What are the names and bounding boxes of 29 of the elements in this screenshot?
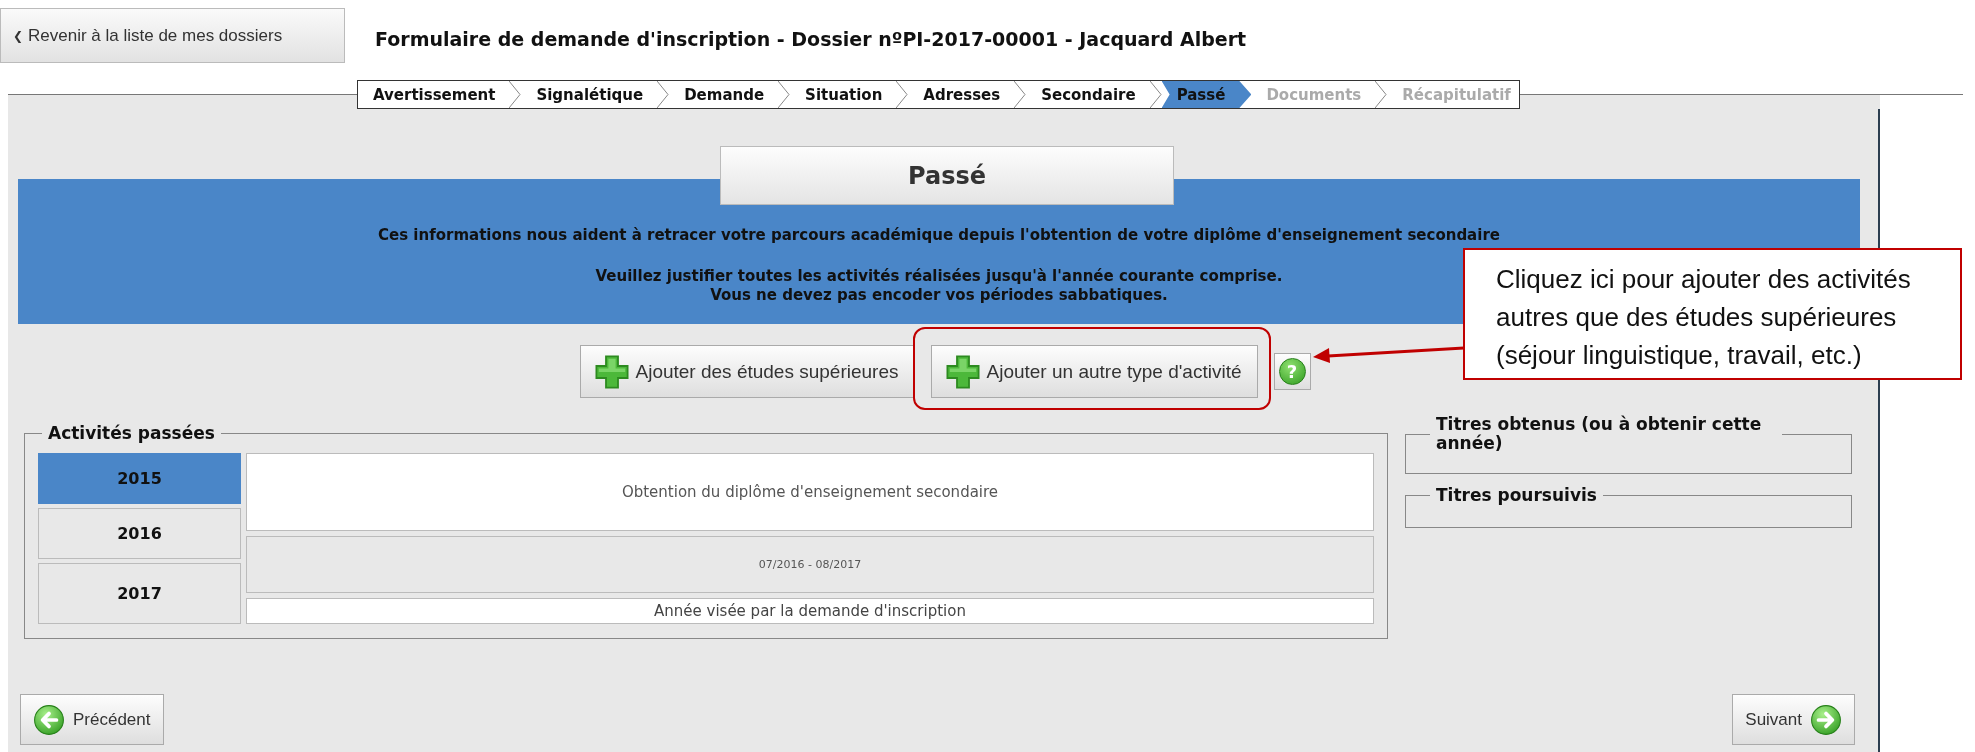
back-link-button[interactable]: ❮ Revenir à la liste de mes dossiers — [0, 8, 345, 63]
chevron-icon — [657, 81, 670, 108]
target-year-note: Année visée par la demande d'inscription — [246, 598, 1374, 624]
section-legend: Activités passées — [42, 423, 221, 443]
add-button[interactable]: Ajouter des études supérieures — [579, 345, 915, 398]
intro-text: Ces informations nous aident à retracer votre parcours académique depuis l'obtention de votre diplôme d'enseignement secondaire — [378, 226, 1500, 244]
add-button[interactable]: Ajouter un autre type d'activité — [930, 345, 1258, 398]
chevron-icon — [1375, 81, 1388, 108]
group-legend: Titres poursuivis — [1430, 486, 1603, 505]
section-heading: Passé — [720, 146, 1174, 205]
plus-icon — [593, 353, 630, 390]
chevron-icon — [1014, 81, 1027, 108]
activity-entry[interactable]: Obtention du diplôme d'enseignement secondaire — [246, 453, 1374, 531]
group-legend: Titres obtenus (ou à obtenir cette année) — [1430, 415, 1782, 453]
chevron-icon — [896, 81, 909, 108]
period-entry: 07/2016 - 08/2017 — [246, 536, 1374, 593]
chevron-icon — [778, 81, 791, 108]
plus-icon — [944, 353, 981, 390]
instruction-text: Veuillez justifier toutes les activités réalisées jusqu'à l'année courante comprise. Vous ne devez pas encoder vos périodes sabbatiques. — [595, 267, 1283, 305]
year-tab[interactable]: 2015 — [38, 453, 241, 504]
next-button[interactable]: Suivant — [1732, 694, 1855, 745]
year-tab[interactable]: 2017 — [38, 563, 241, 624]
page-title: Formulaire de demande d'inscription - Dossier nºPI-2017-00001 - Jacquard Albert — [375, 27, 1247, 50]
chevron-icon — [509, 81, 522, 108]
year-tab[interactable]: 2016 — [38, 508, 241, 559]
chevron-icon — [1149, 81, 1162, 108]
step-tab[interactable]: Passé — [1161, 81, 1252, 108]
previous-button[interactable]: Précédent — [20, 694, 164, 745]
callout-text: Cliquez ici pour ajouter des activités autres que des études supérieures (séjour linguistique, travail, etc.) — [1463, 248, 1962, 380]
